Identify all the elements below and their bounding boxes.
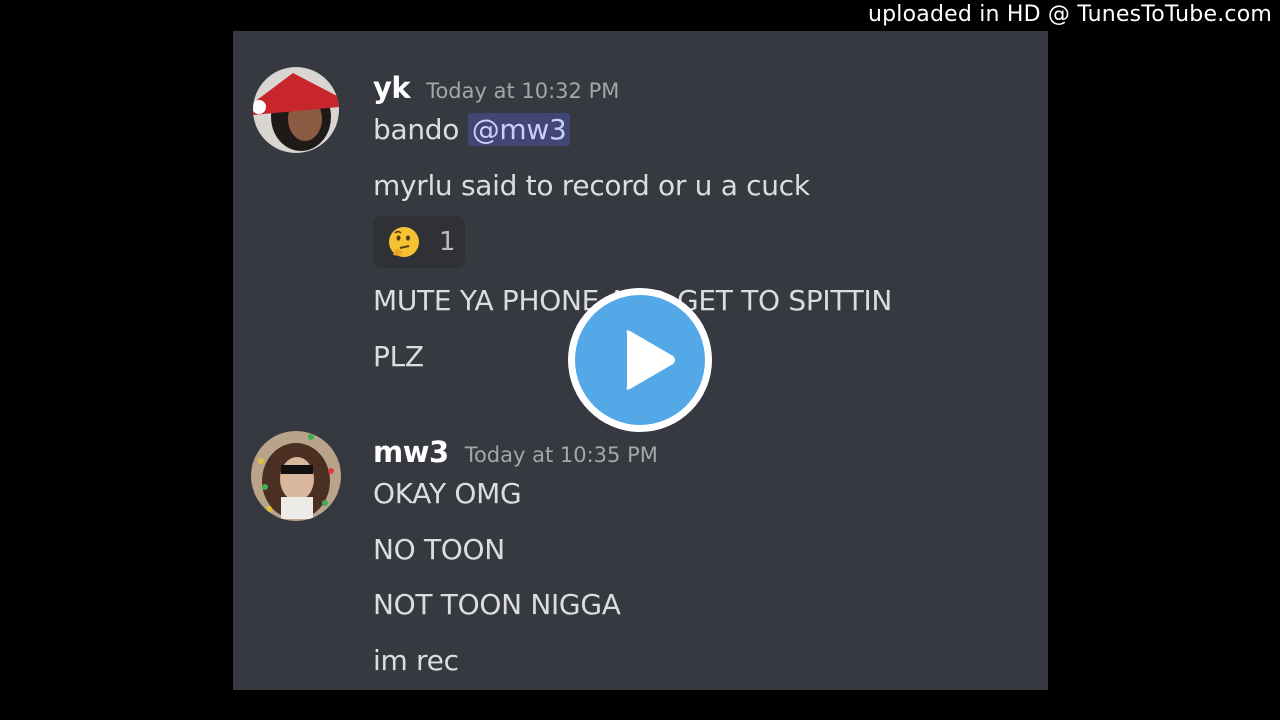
play-button[interactable] — [568, 288, 712, 432]
username[interactable]: yk — [373, 71, 411, 105]
thinking-face-icon — [389, 227, 419, 257]
play-icon — [575, 295, 705, 425]
message-text: im rec — [373, 644, 459, 677]
message-text: OKAY OMG — [373, 477, 522, 510]
reaction-thinking[interactable]: 1 — [373, 216, 465, 268]
message-text: NOT TOON NIGGA — [373, 588, 621, 621]
message-text: NO TOON — [373, 533, 505, 566]
message-text: myrlu said to record or u a cuck — [373, 169, 810, 202]
mention[interactable]: @mw3 — [467, 113, 571, 146]
message-text: PLZ — [373, 340, 424, 373]
message-text-prefix: bando — [373, 113, 468, 146]
user-avatar-yk[interactable] — [253, 67, 339, 153]
reaction-count: 1 — [439, 227, 456, 257]
message-text: bando @mw3 — [373, 113, 571, 146]
username[interactable]: mw3 — [373, 435, 449, 469]
timestamp: Today at 10:35 PM — [464, 443, 658, 467]
watermark: uploaded in HD @ TunesToTube.com — [867, 2, 1272, 27]
timestamp: Today at 10:32 PM — [426, 79, 620, 103]
user-avatar-mw3[interactable] — [251, 431, 341, 521]
